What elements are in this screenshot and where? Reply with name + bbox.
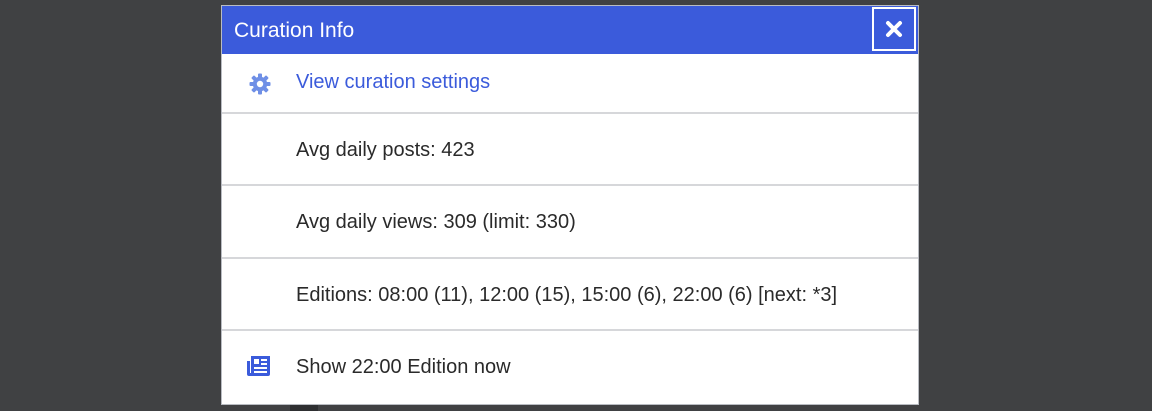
- show-edition-row[interactable]: Show 22:00 Edition now: [222, 331, 918, 403]
- close-x-icon: [886, 21, 902, 37]
- newspaper-icon: [247, 356, 270, 376]
- editions-row: Editions: 08:00 (11), 12:00 (15), 15:00 …: [222, 259, 918, 329]
- settings-row[interactable]: View curation settings: [222, 54, 918, 112]
- editions-text: Editions: 08:00 (11), 12:00 (15), 15:00 …: [296, 284, 838, 306]
- curation-info-dialog: Curation Info View curation settings Avg…: [221, 5, 919, 405]
- show-edition-now-label[interactable]: Show 22:00 Edition now: [296, 355, 511, 379]
- close-button[interactable]: [872, 7, 916, 51]
- view-curation-settings-link[interactable]: View curation settings: [296, 70, 490, 94]
- avg-views-row: Avg daily views: 309 (limit: 330): [222, 186, 918, 256]
- gear-icon: [249, 73, 271, 95]
- avg-daily-views-text: Avg daily views: 309 (limit: 330): [296, 211, 576, 233]
- avg-daily-posts-text: Avg daily posts: 423: [296, 139, 475, 161]
- dialog-title: Curation Info: [234, 19, 355, 42]
- avg-posts-row: Avg daily posts: 423: [222, 114, 918, 184]
- dialog-header: Curation Info: [222, 6, 918, 54]
